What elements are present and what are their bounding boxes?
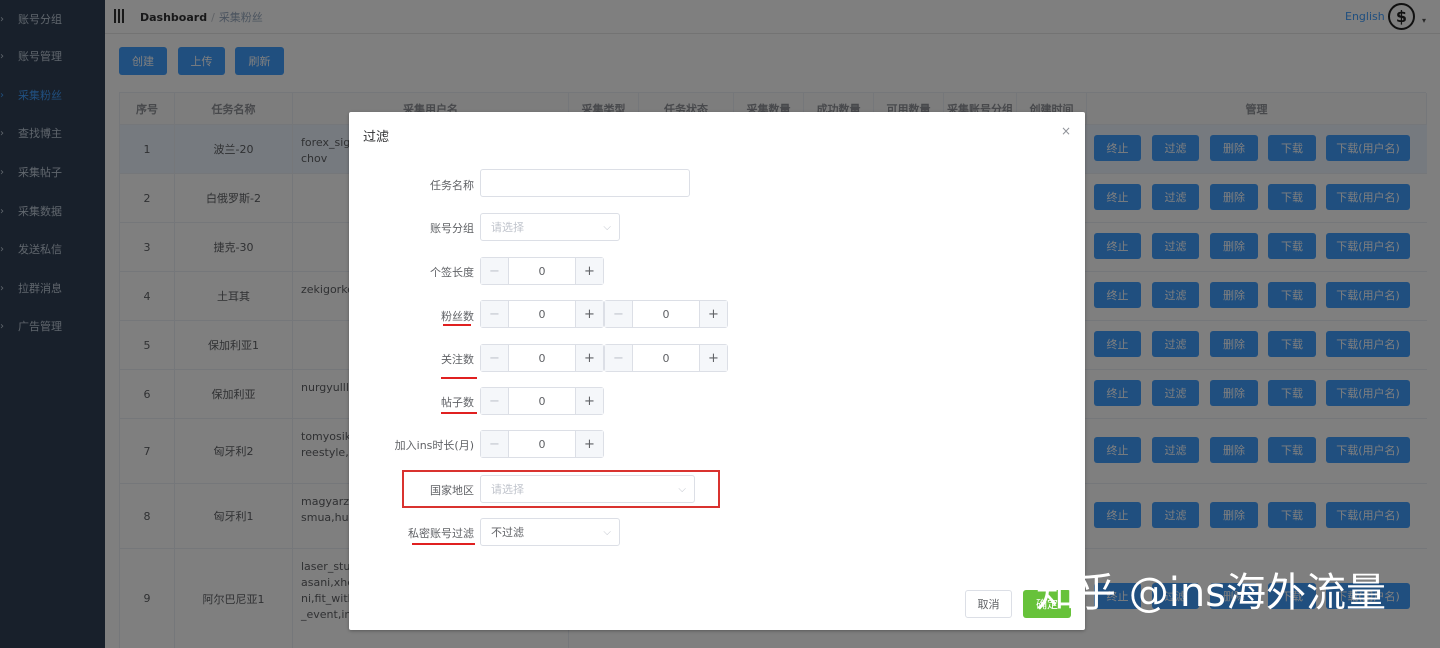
plus-icon[interactable]: + <box>575 431 603 457</box>
minus-icon[interactable]: − <box>481 258 509 284</box>
join-duration-value[interactable]: 0 <box>509 431 575 457</box>
chevron-down-icon: ⌵ <box>603 527 611 538</box>
posts-value[interactable]: 0 <box>509 388 575 414</box>
task-name-label: 任务名称 <box>430 179 474 192</box>
cancel-button[interactable]: 取消 <box>965 590 1012 618</box>
following-max-stepper[interactable]: − 0 + <box>604 344 728 372</box>
account-group-placeholder: 请选择 <box>491 221 524 234</box>
minus-icon[interactable]: − <box>605 301 633 327</box>
filter-dialog: 过滤 × 任务名称 账号分组 请选择 ⌵ 个签长度 − 0 + 粉丝数 − 0 +… <box>349 112 1085 630</box>
posts-label: 帖子数 <box>441 396 474 409</box>
minus-icon[interactable]: − <box>481 431 509 457</box>
plus-icon[interactable]: + <box>575 345 603 371</box>
join-duration-stepper[interactable]: − 0 + <box>480 430 604 458</box>
account-group-label: 账号分组 <box>430 222 474 235</box>
bio-length-label: 个签长度 <box>430 266 474 279</box>
plus-icon[interactable]: + <box>575 258 603 284</box>
join-duration-label: 加入ins时长(月) <box>394 439 474 452</box>
private-filter-select[interactable]: 不过滤 ⌵ <box>480 518 620 546</box>
task-name-input[interactable] <box>480 169 690 197</box>
country-placeholder: 请选择 <box>491 483 524 496</box>
country-select[interactable]: 请选择 ⌵ <box>480 475 695 503</box>
red-underline <box>441 377 477 379</box>
following-label: 关注数 <box>441 353 474 366</box>
watermark: 知乎 @ins海外流量 <box>1036 570 1387 616</box>
followers-min-stepper[interactable]: − 0 + <box>480 300 604 328</box>
minus-icon[interactable]: − <box>605 345 633 371</box>
following-min-stepper[interactable]: − 0 + <box>480 344 604 372</box>
followers-label: 粉丝数 <box>441 310 474 323</box>
followers-max-stepper[interactable]: − 0 + <box>604 300 728 328</box>
chevron-down-icon: ⌵ <box>603 222 611 233</box>
red-underline <box>412 543 475 545</box>
minus-icon[interactable]: − <box>481 388 509 414</box>
plus-icon[interactable]: + <box>575 388 603 414</box>
bio-length-value[interactable]: 0 <box>509 258 575 284</box>
bio-length-stepper[interactable]: − 0 + <box>480 257 604 285</box>
red-underline <box>443 324 471 326</box>
followers-max-value[interactable]: 0 <box>633 301 699 327</box>
minus-icon[interactable]: − <box>481 301 509 327</box>
plus-icon[interactable]: + <box>699 345 727 371</box>
minus-icon[interactable]: − <box>481 345 509 371</box>
followers-min-value[interactable]: 0 <box>509 301 575 327</box>
chevron-down-icon: ⌵ <box>678 484 686 495</box>
private-filter-label: 私密账号过滤 <box>408 527 474 540</box>
country-label: 国家地区 <box>430 484 474 497</box>
plus-icon[interactable]: + <box>699 301 727 327</box>
dialog-title: 过滤 <box>363 130 390 145</box>
posts-stepper[interactable]: − 0 + <box>480 387 604 415</box>
following-max-value[interactable]: 0 <box>633 345 699 371</box>
plus-icon[interactable]: + <box>575 301 603 327</box>
red-underline <box>441 412 477 414</box>
following-min-value[interactable]: 0 <box>509 345 575 371</box>
account-group-select[interactable]: 请选择 ⌵ <box>480 213 620 241</box>
close-icon[interactable]: × <box>1061 124 1071 138</box>
private-filter-value: 不过滤 <box>491 526 524 539</box>
